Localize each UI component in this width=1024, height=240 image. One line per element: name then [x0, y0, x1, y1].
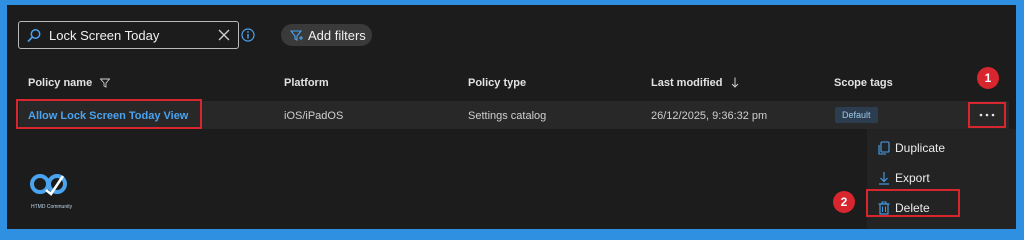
highlight-box [968, 102, 1006, 128]
add-filters-button[interactable]: Add filters [281, 24, 372, 46]
platform-cell: iOS/iPadOS [284, 110, 344, 122]
column-header-scope-tags[interactable]: Scope tags [834, 77, 893, 89]
column-label: Platform [284, 77, 329, 89]
column-label: Scope tags [834, 77, 893, 89]
search-input[interactable]: Lock Screen Today [49, 28, 159, 43]
info-icon[interactable] [241, 28, 255, 42]
menu-item-duplicate[interactable]: Duplicate [867, 134, 1016, 162]
menu-item-export[interactable]: Export [867, 164, 1016, 192]
policy-type-cell: Settings catalog [468, 110, 547, 122]
app-frame: Lock Screen Today Add filters Policy nam… [7, 5, 1016, 229]
column-label: Policy type [468, 77, 527, 89]
menu-item-label: Duplicate [895, 141, 946, 155]
column-header-platform[interactable]: Platform [284, 77, 329, 89]
column-label: Last modified [651, 77, 723, 89]
step-callout-1: 1 [977, 67, 999, 89]
filter-icon[interactable] [99, 78, 111, 88]
add-filters-label: Add filters [308, 28, 366, 43]
column-label: Policy name [28, 77, 93, 89]
download-icon [879, 172, 889, 185]
column-header-policy-name[interactable]: Policy name [28, 77, 111, 89]
step-callout-2: 2 [833, 191, 855, 213]
filter-add-icon [290, 30, 303, 41]
logo-text: HTMD Community [31, 204, 73, 210]
sort-descending-icon[interactable] [731, 77, 739, 88]
htmd-logo-icon [30, 174, 67, 196]
menu-item-label: Export [895, 171, 930, 185]
last-modified-cell: 26/12/2025, 9:36:32 pm [651, 110, 768, 122]
highlight-box [866, 189, 960, 217]
search-icon [27, 29, 41, 43]
highlight-box [16, 99, 202, 129]
column-header-policy-type[interactable]: Policy type [468, 77, 526, 89]
scope-tag-badge: Default [835, 107, 878, 123]
search-box[interactable]: Lock Screen Today [18, 21, 239, 49]
clear-icon[interactable] [217, 28, 231, 42]
duplicate-icon [878, 141, 890, 155]
column-header-last-modified[interactable]: Last modified [651, 77, 739, 89]
